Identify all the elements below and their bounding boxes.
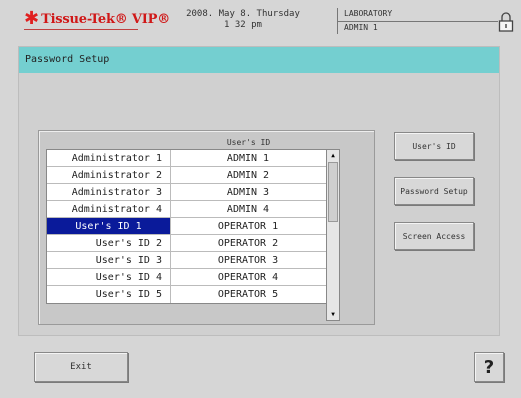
row-label[interactable]: Administrator 3	[47, 184, 171, 200]
divider	[338, 21, 498, 22]
table-row[interactable]: Administrator 2 ADMIN 2	[47, 167, 326, 184]
users-id-button[interactable]: User's ID	[394, 132, 474, 160]
lock-icon[interactable]	[498, 11, 514, 33]
table-row[interactable]: User's ID 4 OPERATOR 4	[47, 269, 326, 286]
exit-button[interactable]: Exit	[34, 352, 128, 382]
table-body: Administrator 1 ADMIN 1 Administrator 2 AD…	[46, 149, 326, 304]
row-label[interactable]: User's ID 5	[47, 286, 171, 303]
row-id[interactable]: OPERATOR 4	[171, 269, 325, 285]
table-header: User's ID	[46, 137, 366, 149]
main-panel: Password Setup User's ID Administrator 1…	[18, 46, 500, 336]
screen-access-button[interactable]: Screen Access	[394, 222, 474, 250]
title-bar: Password Setup	[19, 47, 499, 73]
logo-text: Tissue-Tek® VIP®	[41, 11, 171, 27]
table-row[interactable]: User's ID 1 OPERATOR 1	[47, 218, 326, 235]
scroll-up-arrow-icon[interactable]: ▲	[327, 150, 339, 161]
table-row[interactable]: Administrator 3 ADMIN 3	[47, 184, 326, 201]
table-row[interactable]: Administrator 4 ADMIN 4	[47, 201, 326, 218]
row-label[interactable]: Administrator 1	[47, 150, 171, 166]
logo-underline	[24, 29, 138, 30]
row-id[interactable]: OPERATOR 5	[171, 286, 325, 303]
scroll-down-arrow-icon[interactable]: ▼	[327, 309, 339, 320]
table-row[interactable]: User's ID 3 OPERATOR 3	[47, 252, 326, 269]
row-label[interactable]: Administrator 2	[47, 167, 171, 183]
date-text: 2008. May 8. Thursday	[186, 9, 300, 19]
row-label[interactable]: Administrator 4	[47, 201, 171, 217]
scroll-thumb[interactable]	[328, 162, 338, 222]
user-text: ADMIN 1	[344, 23, 378, 32]
top-bar: ✱ Tissue-Tek® VIP® 2008. May 8. Thursday…	[0, 0, 521, 44]
row-label-selected[interactable]: User's ID 1	[47, 218, 171, 234]
row-label[interactable]: User's ID 4	[47, 269, 171, 285]
row-id[interactable]: OPERATOR 2	[171, 235, 325, 251]
help-button[interactable]: ?	[474, 352, 504, 382]
row-id[interactable]: OPERATOR 3	[171, 252, 325, 268]
user-table: User's ID Administrator 1 ADMIN 1 Adminis…	[46, 137, 366, 304]
row-id[interactable]: OPERATOR 1	[171, 218, 325, 234]
table-row[interactable]: User's ID 2 OPERATOR 2	[47, 235, 326, 252]
row-id[interactable]: ADMIN 4	[171, 201, 325, 217]
password-setup-button[interactable]: Password Setup	[394, 177, 474, 205]
star-logo-icon: ✱	[24, 8, 40, 29]
location-box: LABORATORY ADMIN 1	[337, 8, 498, 34]
location-text: LABORATORY	[344, 9, 393, 18]
table-row[interactable]: User's ID 5 OPERATOR 5	[47, 286, 326, 303]
row-id[interactable]: ADMIN 1	[171, 150, 325, 166]
datetime: 2008. May 8. Thursday 1 32 pm	[178, 9, 308, 31]
table-scrollbar[interactable]: ▲ ▼	[326, 149, 340, 321]
row-id[interactable]: ADMIN 2	[171, 167, 325, 183]
logo: ✱ Tissue-Tek® VIP®	[24, 10, 170, 28]
table-row[interactable]: Administrator 1 ADMIN 1	[47, 150, 326, 167]
user-table-frame: User's ID Administrator 1 ADMIN 1 Adminis…	[38, 130, 375, 325]
row-label[interactable]: User's ID 2	[47, 235, 171, 251]
row-id[interactable]: ADMIN 3	[171, 184, 325, 200]
time-text: 1 32 pm	[224, 20, 262, 30]
page-title: Password Setup	[25, 54, 110, 65]
row-label[interactable]: User's ID 3	[47, 252, 171, 268]
column-header-users-id: User's ID	[226, 138, 271, 147]
